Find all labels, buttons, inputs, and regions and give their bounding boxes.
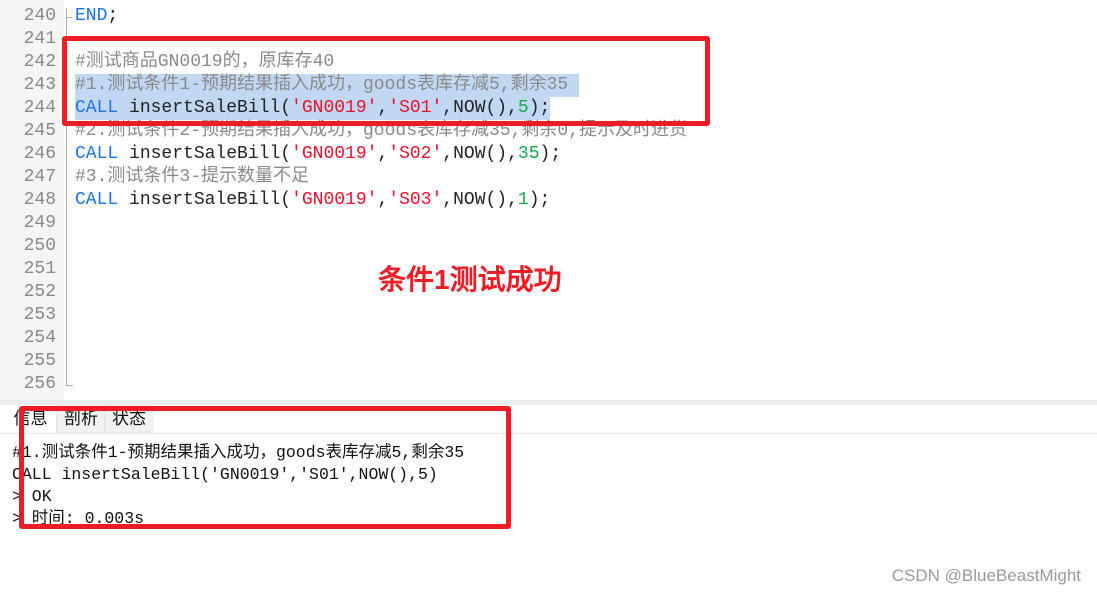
code-token: ; — [107, 6, 119, 26]
watermark: CSDN @BlueBeastMight — [891, 566, 1081, 585]
line-number: 240 — [23, 6, 56, 26]
code-line[interactable]: 246 CALL insertSaleBill('GN0019','S02',NO… — [0, 143, 1097, 166]
code-text: CALL insertSaleBill('GN0019','S02',NOW()… — [75, 143, 561, 166]
code-token: insertSaleBill( — [118, 144, 292, 164]
code-token: , — [377, 144, 389, 164]
code-token: , — [377, 190, 389, 210]
code-token: 'GN0019' — [291, 190, 378, 210]
line-number: 245 — [23, 121, 56, 141]
code-token: 'S03' — [388, 190, 443, 210]
line-number: 255 — [23, 351, 56, 371]
code-line[interactable]: 250 — [0, 235, 1097, 258]
line-number: 248 — [23, 190, 56, 210]
code-text: END; — [75, 5, 118, 28]
line-number: 253 — [23, 305, 56, 325]
line-number: 251 — [23, 259, 56, 279]
line-number: 252 — [23, 282, 56, 302]
code-token: #3.测试条件3-提示数量不足 — [75, 167, 310, 187]
code-line[interactable]: 240 END; — [0, 5, 1097, 28]
code-line[interactable]: 248 CALL insertSaleBill('GN0019','S03',NO… — [0, 189, 1097, 212]
code-token: ); — [539, 144, 562, 164]
code-line[interactable]: 255 — [0, 350, 1097, 373]
line-number: 247 — [23, 167, 56, 187]
code-token: 1 — [517, 190, 529, 210]
line-number: 241 — [23, 29, 56, 49]
code-token: 'S02' — [388, 144, 443, 164]
code-text: CALL insertSaleBill('GN0019','S03',NOW()… — [75, 189, 550, 212]
code-token: CALL — [75, 190, 119, 210]
annotation-box-output — [19, 406, 511, 529]
annotation-caption: 条件1测试成功 — [378, 264, 562, 295]
code-line[interactable]: 256 — [0, 373, 1097, 396]
line-number: 249 — [23, 213, 56, 233]
line-number: 243 — [23, 75, 56, 95]
line-number: 254 — [23, 328, 56, 348]
code-line[interactable]: 247 #3.测试条件3-提示数量不足 — [0, 166, 1097, 189]
line-number: 256 — [23, 374, 56, 394]
annotation-box-code — [62, 36, 710, 126]
code-line[interactable]: 254 — [0, 327, 1097, 350]
code-token: ); — [528, 190, 551, 210]
code-line[interactable]: 249 — [0, 212, 1097, 235]
code-token: END — [75, 6, 108, 26]
code-token: 35 — [517, 144, 540, 164]
code-token: ,NOW(), — [442, 144, 518, 164]
line-number: 246 — [23, 144, 56, 164]
line-number: 250 — [23, 236, 56, 256]
code-token: 'GN0019' — [291, 144, 378, 164]
code-text: #3.测试条件3-提示数量不足 — [75, 166, 309, 189]
line-number: 244 — [23, 98, 56, 118]
code-line[interactable]: 253 — [0, 304, 1097, 327]
code-token: insertSaleBill( — [118, 190, 292, 210]
line-number: 242 — [23, 52, 56, 72]
code-token: ,NOW(), — [442, 190, 518, 210]
code-token: CALL — [75, 144, 119, 164]
